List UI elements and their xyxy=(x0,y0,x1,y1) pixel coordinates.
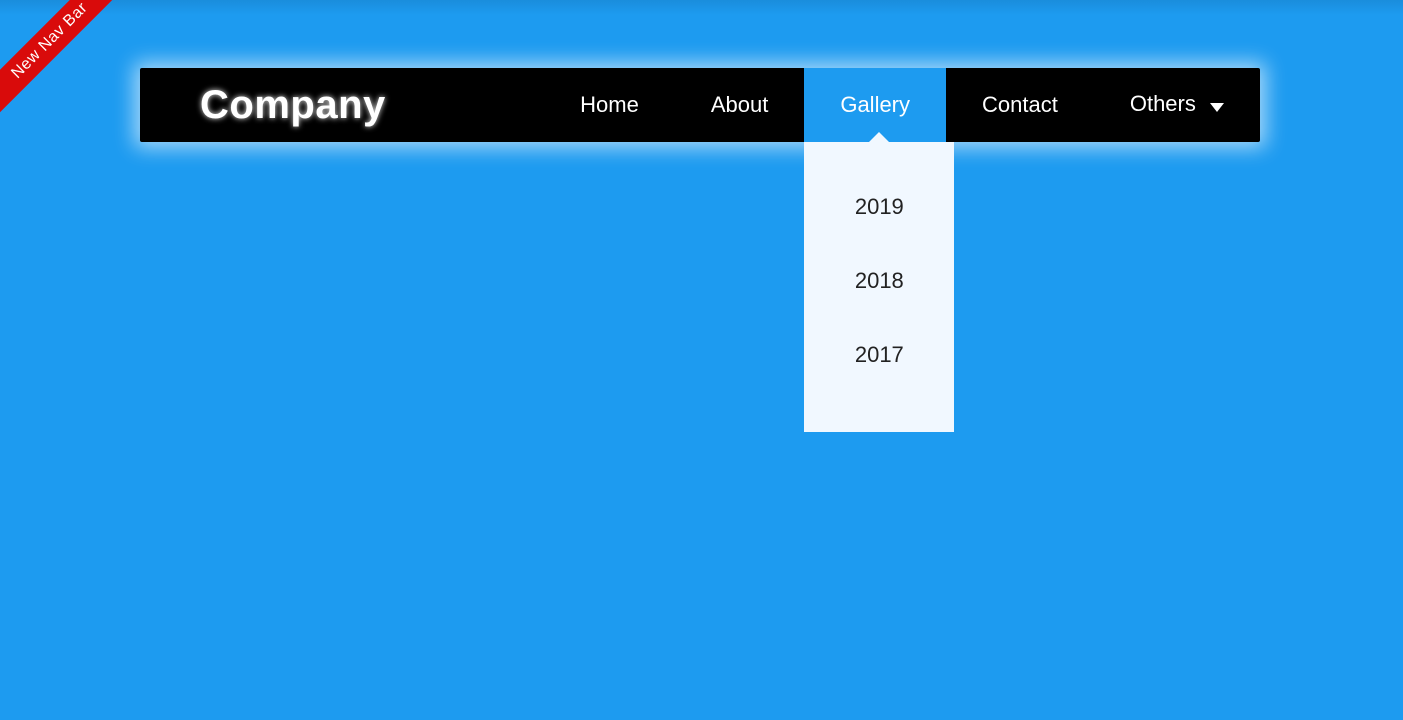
nav-link-contact[interactable]: Contact xyxy=(982,92,1058,118)
dropdown-item-2017[interactable]: 2017 xyxy=(804,318,954,392)
gallery-dropdown: 2019 2018 2017 xyxy=(804,142,954,432)
dropdown-item-2019[interactable]: 2019 xyxy=(804,170,954,244)
ribbon-label: New Nav Bar xyxy=(8,0,91,82)
navbar: Company Home About Gallery 2019 2018 201… xyxy=(140,68,1260,142)
dropdown-link-2018[interactable]: 2018 xyxy=(855,268,904,293)
brand[interactable]: Company xyxy=(200,83,386,128)
caret-down-icon xyxy=(1210,93,1224,119)
nav-link-others-label: Others xyxy=(1130,91,1196,116)
nav-item-contact[interactable]: Contact xyxy=(946,68,1094,142)
dropdown-item-2018[interactable]: 2018 xyxy=(804,244,954,318)
dropdown-link-2017[interactable]: 2017 xyxy=(855,342,904,367)
nav-menu: Home About Gallery 2019 2018 2017 Contac… xyxy=(544,68,1260,142)
nav-link-home[interactable]: Home xyxy=(580,92,639,118)
nav-link-gallery[interactable]: Gallery xyxy=(840,92,910,118)
corner-ribbon: New Nav Bar xyxy=(0,0,131,122)
nav-item-home[interactable]: Home xyxy=(544,68,675,142)
nav-item-others[interactable]: Others xyxy=(1094,68,1260,142)
dropdown-link-2019[interactable]: 2019 xyxy=(855,194,904,219)
nav-link-others[interactable]: Others xyxy=(1130,91,1224,118)
nav-item-gallery[interactable]: Gallery 2019 2018 2017 xyxy=(804,68,946,142)
nav-link-about[interactable]: About xyxy=(711,92,769,118)
nav-item-about[interactable]: About xyxy=(675,68,805,142)
